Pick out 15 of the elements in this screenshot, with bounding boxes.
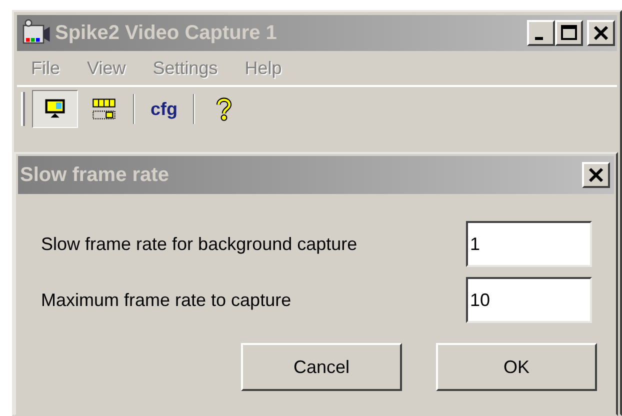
- dialog-button[interactable]: Cancel: [241, 343, 402, 391]
- input-field[interactable]: 10: [466, 277, 592, 323]
- film-strip-icon: [91, 96, 117, 122]
- dialog-button[interactable]: OK: [436, 343, 597, 391]
- field-label: Slow frame rate for background capture: [41, 232, 358, 256]
- toolbar-button[interactable]: [32, 90, 78, 128]
- minimize-button[interactable]: [527, 20, 555, 46]
- dialog-title: Slow frame rate: [20, 163, 169, 188]
- close-button[interactable]: [587, 20, 615, 46]
- input-field[interactable]: 1: [466, 221, 592, 267]
- cfg-button[interactable]: cfg: [141, 90, 187, 128]
- dialog-close-button[interactable]: [582, 162, 610, 188]
- maximize-button[interactable]: [555, 20, 583, 46]
- window-title: Spike2 Video Capture 1: [55, 21, 277, 46]
- field-label: Maximum frame rate to capture: [41, 288, 292, 312]
